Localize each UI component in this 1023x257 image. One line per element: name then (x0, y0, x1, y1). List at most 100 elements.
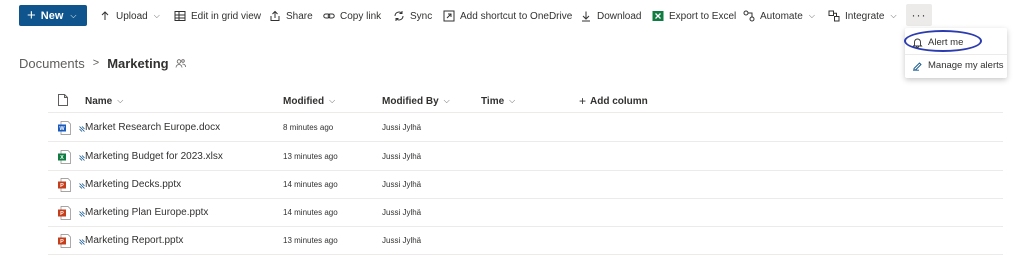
upload-icon (99, 10, 111, 22)
chevron-down-icon: ⌵ (509, 96, 516, 105)
breadcrumb-documents-link[interactable]: Documents (19, 56, 85, 71)
modified-value: 14 minutes ago (283, 208, 338, 217)
table-row[interactable]: X Marketing Budget for 2023.xlsx 13 minu… (48, 143, 1003, 171)
column-header-label: Time (481, 95, 505, 107)
time-column-header[interactable]: Time ⌵ (481, 94, 515, 108)
name-column-header[interactable]: Name ⌵ (85, 94, 123, 108)
share-label: Share (286, 10, 313, 22)
file-name-link[interactable]: Marketing Budget for 2023.xlsx (85, 151, 223, 162)
powerpoint-file-icon: P (58, 178, 71, 192)
download-label: Download (597, 10, 642, 22)
upload-button[interactable]: Upload ⌵ (99, 8, 160, 24)
grid-icon (174, 10, 186, 22)
menu-item-alert-me[interactable]: Alert me (905, 31, 1007, 53)
file-name-link[interactable]: Marketing Plan Europe.pptx (85, 207, 208, 218)
add-shortcut-button[interactable]: Add shortcut to OneDrive (443, 8, 572, 24)
svg-text:P: P (60, 239, 64, 245)
file-name-link[interactable]: Market Research Europe.docx (85, 122, 220, 133)
svg-text:X: X (60, 155, 64, 161)
add-column-button[interactable]: + Add column (579, 94, 648, 108)
file-icon (58, 93, 68, 109)
share-icon (269, 10, 281, 22)
table-row[interactable]: P Marketing Plan Europe.pptx 14 minutes … (48, 199, 1003, 227)
upload-label: Upload (116, 10, 148, 22)
modified-column-header[interactable]: Modified ⌵ (283, 94, 335, 108)
svg-text:P: P (60, 183, 64, 189)
svg-text:P: P (60, 211, 64, 217)
menu-item-label: Manage my alerts (928, 60, 1004, 71)
automate-label: Automate (760, 10, 803, 22)
add-shortcut-label: Add shortcut to OneDrive (460, 10, 573, 22)
modified-value: 13 minutes ago (283, 152, 338, 161)
menu-item-label: Alert me (928, 36, 964, 48)
plus-icon: + (579, 94, 587, 108)
chevron-down-icon: ⌵ (890, 11, 897, 20)
copy-link-button[interactable]: Copy link (323, 8, 381, 24)
table-row[interactable]: P Marketing Report.pptx 13 minutes ago J… (48, 227, 1003, 255)
automate-button[interactable]: Automate ⌵ (743, 8, 815, 24)
modified-value: 14 minutes ago (283, 180, 338, 189)
sync-button[interactable]: Sync (393, 8, 432, 24)
people-icon[interactable] (175, 58, 186, 69)
more-options-button[interactable]: ··· (906, 4, 932, 26)
modified-by-value[interactable]: Jussi Jylhä (382, 236, 421, 245)
svg-text:W: W (59, 126, 65, 132)
bell-icon (912, 37, 923, 48)
breadcrumb-current-folder: Marketing (107, 55, 169, 71)
download-icon (580, 10, 592, 22)
share-button[interactable]: Share (269, 8, 313, 24)
excel-icon (652, 10, 664, 22)
powerpoint-file-icon: P (58, 234, 71, 248)
edit-grid-view-label: Edit in grid view (191, 10, 262, 22)
chevron-down-icon: ⌵ (808, 11, 815, 20)
modified-by-value[interactable]: Jussi Jylhä (382, 123, 421, 132)
modified-value: 13 minutes ago (283, 236, 338, 245)
chevron-down-icon: ⌵ (70, 10, 77, 20)
modified-value: 8 minutes ago (283, 123, 334, 132)
modified-by-value[interactable]: Jussi Jylhä (382, 180, 421, 189)
plus-icon: + (27, 7, 36, 24)
more-icon: ··· (911, 8, 927, 22)
integrate-icon (828, 10, 840, 22)
automate-icon (743, 10, 755, 22)
sync-label: Sync (410, 10, 433, 22)
table-row[interactable]: W Market Research Europe.docx 8 minutes … (48, 114, 1003, 142)
new-button-label: New (40, 9, 64, 22)
chevron-down-icon: ⌵ (329, 96, 336, 105)
column-header-label: Modified (283, 95, 325, 107)
add-column-label: Add column (590, 95, 648, 107)
add-shortcut-icon (443, 10, 455, 22)
modified-by-column-header[interactable]: Modified By ⌵ (382, 94, 450, 108)
chevron-down-icon: ⌵ (117, 96, 124, 105)
integrate-button[interactable]: Integrate ⌵ (828, 8, 897, 24)
word-file-icon: W (58, 121, 71, 135)
menu-item-manage-alerts[interactable]: Manage my alerts (905, 54, 1007, 76)
list-header: Name ⌵ Modified ⌵ Modified By ⌵ Time ⌵ +… (48, 90, 1003, 113)
new-button[interactable]: + New ⌵ (19, 5, 87, 26)
column-header-label: Modified By (382, 95, 439, 107)
table-row[interactable]: P Marketing Decks.pptx 14 minutes ago Ju… (48, 171, 1003, 199)
copy-link-label: Copy link (340, 10, 382, 22)
chevron-down-icon: ⌵ (153, 11, 160, 20)
export-excel-button[interactable]: Export to Excel (652, 8, 736, 24)
edit-grid-view-button[interactable]: Edit in grid view (174, 8, 261, 24)
breadcrumb-separator: > (92, 57, 100, 69)
breadcrumb: Documents > Marketing (19, 54, 186, 72)
integrate-label: Integrate (845, 10, 885, 22)
more-options-menu: Alert me Manage my alerts (905, 28, 1007, 78)
modified-by-value[interactable]: Jussi Jylhä (382, 152, 421, 161)
file-type-column-header[interactable] (58, 93, 68, 109)
sync-icon (393, 10, 405, 22)
download-button[interactable]: Download (580, 8, 641, 24)
edit-alerts-icon (912, 60, 923, 71)
excel-file-icon: X (58, 150, 71, 164)
link-icon (323, 10, 335, 22)
export-excel-label: Export to Excel (669, 10, 737, 22)
file-name-link[interactable]: Marketing Report.pptx (85, 235, 183, 246)
chevron-down-icon: ⌵ (443, 96, 450, 105)
powerpoint-file-icon: P (58, 206, 71, 220)
file-name-link[interactable]: Marketing Decks.pptx (85, 179, 181, 190)
modified-by-value[interactable]: Jussi Jylhä (382, 208, 421, 217)
command-bar: + New ⌵ Upload ⌵ Edit in grid view Share… (0, 0, 1023, 30)
column-header-label: Name (85, 95, 113, 107)
